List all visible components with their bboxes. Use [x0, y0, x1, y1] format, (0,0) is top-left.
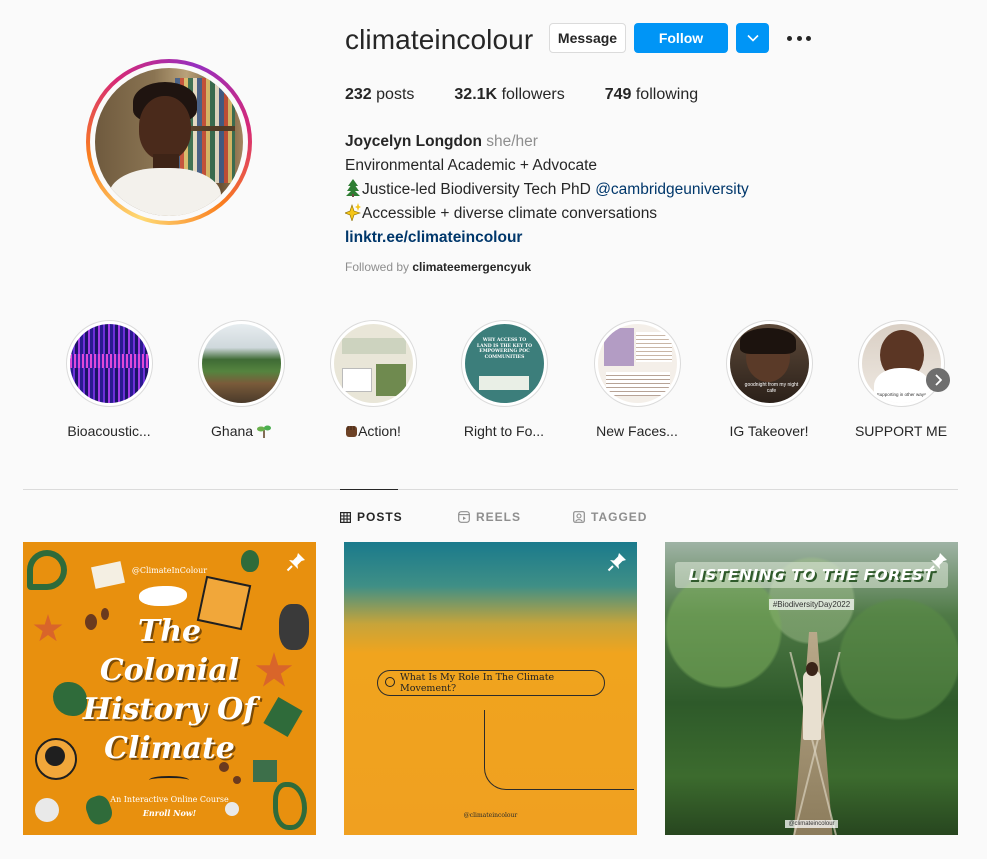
active-tab-indicator — [340, 489, 398, 490]
bio-line-2: Justice-led Biodiversity Tech PhD @cambr… — [345, 178, 749, 202]
highlight-bioacoustics[interactable]: Bioacoustic... — [59, 320, 159, 439]
highlight-right-to-food[interactable]: WHY ACCESS TO LAND IS THE KEY TO EMPOWER… — [454, 320, 554, 439]
pinned-post-icon — [928, 553, 947, 572]
tab-posts[interactable]: POSTS — [340, 510, 403, 524]
avatar-photo — [95, 68, 243, 216]
sparkles-icon — [345, 203, 361, 221]
pronouns: she/her — [486, 133, 538, 150]
post-cta: Enroll Now! — [142, 808, 197, 818]
post-listening-to-the-forest[interactable]: LISTENING TO THE FOREST #BiodiversityDay… — [665, 542, 958, 835]
post-colonial-history-of-climate[interactable]: @ClimateInColour The Colonial History Of… — [23, 542, 316, 835]
pinned-post-icon — [607, 553, 626, 572]
message-button[interactable]: Message — [549, 23, 626, 53]
seedling-icon — [256, 425, 271, 438]
highlight-label: Right to Fo... — [463, 423, 545, 439]
highlight-action[interactable]: Action! — [323, 320, 423, 439]
post-title-line: The — [137, 614, 202, 649]
bio-website-link[interactable]: linktr.ee/climateincolour — [345, 226, 749, 250]
bio-line-3: Accessible + diverse climate conversatio… — [345, 202, 749, 226]
grid-icon — [340, 511, 351, 523]
tab-tagged[interactable]: TAGGED — [573, 510, 647, 524]
highlight-label: SUPPORT ME — [854, 423, 948, 439]
post-subtitle: An Interactive Online Course — [110, 795, 229, 804]
raised-fist-icon — [346, 426, 358, 437]
highlight-cover — [69, 324, 149, 403]
follow-button[interactable]: Follow — [634, 23, 728, 53]
cambridge-mention-link[interactable]: @cambridgeuniversity — [595, 181, 749, 198]
highlight-cover — [333, 324, 413, 403]
highlight-cover: Supporting in other ways — [861, 324, 941, 403]
profile-full-name: Joycelyn Longdon — [345, 133, 482, 150]
post-handle: @climateincolour — [463, 812, 518, 819]
post-handle: @ClimateInColour — [131, 566, 208, 575]
followers-stat[interactable]: 32.1K followers — [454, 86, 564, 104]
post-decorative-line — [484, 710, 634, 790]
chevron-right-icon — [935, 374, 942, 386]
highlights-next-button[interactable] — [926, 368, 950, 392]
highlight-cover — [597, 324, 677, 403]
profile-avatar[interactable] — [86, 59, 252, 225]
evergreen-tree-icon — [346, 179, 360, 197]
more-options-button[interactable] — [786, 28, 812, 48]
post-handle: @climateincolour — [665, 812, 958, 830]
profile-bio: Joycelyn Longdon she/her Environmental A… — [345, 130, 749, 250]
highlight-label: Bioacoustic... — [67, 423, 151, 439]
post-search-box-graphic: What Is My Role In The Climate Movement? — [377, 670, 605, 696]
tab-reels[interactable]: REELS — [458, 510, 521, 524]
suggested-accounts-button[interactable] — [736, 23, 769, 53]
highlight-new-faces[interactable]: New Faces... — [587, 320, 687, 439]
post-title-line: Colonial — [99, 653, 240, 688]
post-role-in-climate-movement[interactable]: What Is My Role In The Climate Movement?… — [344, 542, 637, 835]
bio-line-1: Environmental Academic + Advocate — [345, 157, 598, 174]
highlight-label: IG Takeover! — [729, 423, 809, 439]
tagged-user-icon — [573, 511, 585, 523]
followed-by-text[interactable]: Followed by climateemergencyuk — [345, 260, 531, 274]
more-dots-icon — [787, 35, 792, 41]
profile-stats: 232 posts 32.1K followers 749 following — [345, 86, 738, 104]
pinned-post-icon — [286, 553, 305, 572]
post-title-line: Climate — [104, 731, 235, 766]
highlight-label: Action! — [323, 423, 423, 439]
highlight-label: Ghana — [191, 423, 291, 439]
reels-icon — [458, 511, 470, 523]
posts-stat: 232 posts — [345, 86, 415, 103]
profile-username: climateincolour — [345, 24, 534, 55]
post-hashtag: #BiodiversityDay2022 — [665, 594, 958, 612]
highlight-cover: goodnight from my night cafe — [729, 324, 809, 403]
post-title: LISTENING TO THE FOREST — [675, 562, 948, 588]
highlight-label: New Faces... — [596, 423, 678, 439]
chevron-down-icon — [746, 34, 759, 42]
highlight-ghana[interactable]: Ghana — [191, 320, 291, 439]
following-stat[interactable]: 749 following — [605, 86, 698, 104]
post-title-line: History Of — [82, 692, 257, 727]
highlight-ig-takeover[interactable]: goodnight from my night cafe IG Takeover… — [719, 320, 819, 439]
highlight-cover — [201, 324, 281, 403]
highlight-cover: WHY ACCESS TO LAND IS THE KEY TO EMPOWER… — [464, 324, 544, 403]
tabs-divider — [23, 489, 958, 490]
